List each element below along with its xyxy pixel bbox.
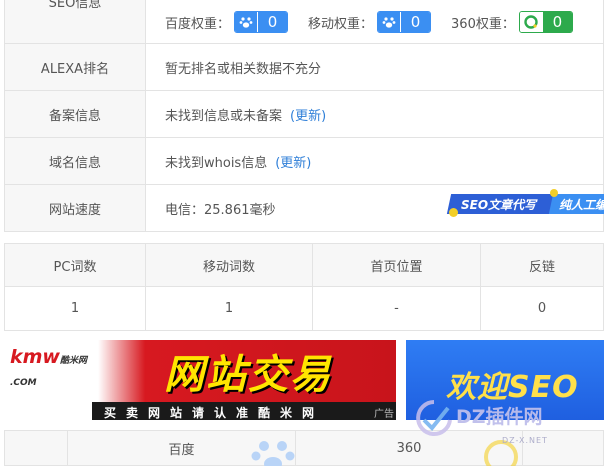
update-link[interactable]: (更新) [290,105,326,124]
table-row: 1 1 - 0 [5,287,603,330]
table-cell: 0 [537,301,547,316]
table-header-row: PC词数 移动词数 首页位置 反链 [5,244,603,287]
baidu-paw-icon [250,436,296,466]
baidu-paw-icon [235,12,258,32]
weight-value: 0 [541,12,572,32]
ad-dot [550,189,558,197]
weight-label: 360权重： [451,16,515,32]
weight-label: 百度权重： [165,16,231,32]
header-cell [5,431,68,465]
ad-text-left: SEO文章代写 [461,198,537,212]
weight-value: 0 [257,12,288,32]
row-alexa: ALEXA排名 暂无排名或相关数据不充分 [5,44,603,91]
row-label: 备案信息 [5,91,146,137]
kmw-banner-ad[interactable]: kmw酷米网 .COM 网站交易 买卖网站请认准酷米网 广告 [4,340,396,420]
banner-slogan: 买卖网站请认准酷米网 [104,406,325,420]
weight-label: 移动权重： [308,16,374,32]
weight-badge[interactable]: 0 [377,11,432,33]
ad-text-right: 纯人工编辑 [559,198,604,212]
kmw-logo: kmw酷米网 .COM [10,346,87,390]
whois-value: 未找到whois信息 [165,155,268,171]
header-cell: PC词数 [5,244,146,286]
ad-tag: 广告 [374,409,394,420]
row-speed: 网站速度 电信：25.861毫秒 SEO文章代写 纯人工编辑 [5,185,604,232]
logo-text: kmw [10,346,60,368]
row-label: SEO信息 [5,0,146,43]
dz-logo-icon [416,400,452,436]
banner-headline: 网站交易 [164,352,332,398]
watermark-text: DZ插件网 [456,406,543,428]
dz-watermark: DZ插件网 DZ-X.NET [414,396,604,450]
seo-writing-ad[interactable]: SEO文章代写 纯人工编辑 [446,189,604,222]
keyword-count-table: PC词数 移动词数 首页位置 反链 1 1 - 0 [4,243,604,331]
row-value: 电信：25.861毫秒 SEO文章代写 纯人工编辑 [146,185,604,231]
row-label: 网站速度 [5,185,146,231]
weights-cell: 百度权重： 0 移动权重： 0 360权重： 0 [146,0,603,43]
table-cell: - [313,287,481,330]
table-cell: 1 [146,287,313,330]
baidu-paw-icon [378,12,401,32]
row-whois: 域名信息 未找到whois信息 (更新) [5,138,603,185]
row-seo-info: SEO信息 百度权重： 0 移动权重： 0 360权重： 0 [5,0,603,44]
weight-value: 0 [400,12,431,32]
row-value: 暂无排名或相关数据不充分 [165,61,322,77]
ad-dot [449,208,458,217]
logo-cn: 酷米网 [60,356,88,366]
speed-value: 电信：25.861毫秒 [165,202,276,218]
row-icp: 备案信息 未找到信息或未备案 (更新) [5,91,603,138]
row-label: ALEXA排名 [5,44,146,90]
update-link[interactable]: (更新) [275,152,311,171]
header-cell: 首页位置 [313,244,481,286]
header-cell: 反链 [528,259,555,275]
logo-sub: .COM [10,378,37,388]
so360-weight[interactable]: 360权重： 0 [451,11,573,33]
row-value: 未找到whois信息 (更新) [146,138,603,184]
seo-info-table: SEO信息 百度权重： 0 移动权重： 0 360权重： 0 ALEXA排名 暂… [4,0,604,232]
mobile-weight[interactable]: 移动权重： 0 [308,11,432,33]
table-cell: 1 [5,287,146,330]
watermark-sub: DZ-X.NET [502,436,548,445]
row-label: 域名信息 [5,138,146,184]
baidu-weight[interactable]: 百度权重： 0 [165,11,289,33]
row-value: 未找到信息或未备案 (更新) [146,91,603,137]
weight-badge[interactable]: 0 [234,11,289,33]
weight-badge[interactable]: 0 [518,11,573,33]
icp-value: 未找到信息或未备案 [165,108,283,124]
360-icon [519,12,542,32]
header-cell: 移动词数 [146,244,313,286]
